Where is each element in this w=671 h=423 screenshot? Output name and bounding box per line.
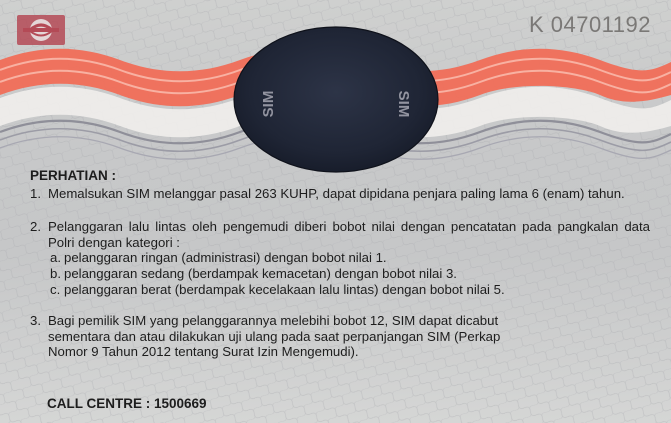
- subitem-text: pelanggaran ringan (administrasi) dengan…: [64, 250, 387, 266]
- notice-subitem-c: c. pelanggaran berat (berdampak kecelaka…: [30, 282, 650, 298]
- notice-item-text: Bagi pemilik SIM yang pelanggarannya mel…: [48, 313, 501, 360]
- oval-right-label: SIM: [395, 91, 412, 118]
- notice-item-1: 1. Memalsukan SIM melanggar pasal 263 KU…: [30, 186, 650, 202]
- notice-item-2: 2. Pelanggaran lalu lintas oleh pengemud…: [30, 219, 650, 250]
- subitem-letter: c.: [50, 281, 61, 297]
- notice-item-3: 3. Bagi pemilik SIM yang pelanggarannya …: [30, 313, 518, 360]
- notice-item-text: Pelanggaran lalu lintas oleh pengemudi d…: [48, 219, 650, 250]
- notice-item-number: 1.: [30, 185, 41, 201]
- card-serial-number: K 04701192: [528, 12, 651, 37]
- call-centre-number: CALL CENTRE : 1500669: [47, 396, 207, 411]
- subitem-letter: b.: [50, 265, 61, 281]
- notice-item-text: Memalsukan SIM melanggar pasal 263 KUHP,…: [48, 185, 625, 201]
- notice-item-number: 3.: [30, 313, 41, 329]
- subitem-text: pelanggaran sedang (berdampak kemacetan)…: [64, 265, 457, 281]
- notice-block: PERHATIAN : 1. Memalsukan SIM melanggar …: [30, 168, 650, 360]
- subitem-letter: a.: [50, 250, 61, 266]
- notice-item-number: 2.: [30, 219, 41, 235]
- sim-card-back: K 04701192 SIM SIM PERHATIAN : 1. Memals…: [0, 0, 671, 423]
- oval-left-label: SIM: [260, 91, 277, 118]
- sim-hologram-oval: SIM SIM: [233, 26, 439, 173]
- oval-left-sim-mark: SIM: [260, 91, 277, 118]
- subitem-text: pelanggaran berat (berdampak kecelakaan …: [64, 281, 505, 297]
- notice-subitem-b: b. pelanggaran sedang (berdampak kemacet…: [30, 266, 650, 282]
- notice-title: PERHATIAN :: [30, 168, 116, 183]
- polri-traffic-emblem-icon: [17, 15, 65, 45]
- notice-subitem-a: a. pelanggaran ringan (administrasi) den…: [30, 250, 650, 266]
- oval-right-sim-mark: SIM: [395, 91, 412, 118]
